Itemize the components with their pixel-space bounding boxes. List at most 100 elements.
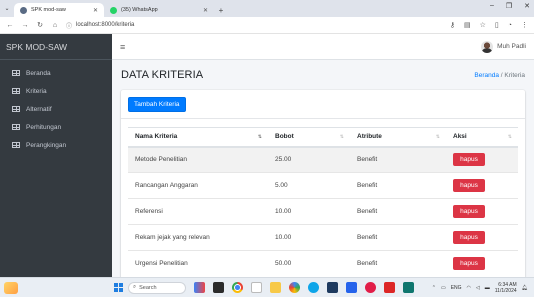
edge-icon[interactable] bbox=[308, 282, 319, 293]
cell-aksi: hapus bbox=[446, 224, 518, 251]
column-header-nama[interactable]: Nama Kriteria ⇅ bbox=[128, 127, 268, 148]
cell-atribute: Benefit bbox=[350, 224, 446, 251]
mail-icon[interactable] bbox=[327, 282, 338, 293]
sidebar-panel-icon[interactable]: ▯ bbox=[495, 21, 499, 29]
sort-icon: ⇅ bbox=[339, 134, 344, 140]
reload-icon[interactable]: ↻ bbox=[36, 21, 44, 29]
cell-atribute: Benefit bbox=[350, 146, 446, 173]
tab-list-chevron-icon[interactable]: ⌄ bbox=[0, 0, 14, 17]
sidebar-item-perhitungan[interactable]: Perhitungan bbox=[0, 118, 112, 136]
window-controls: – ❐ ✕ bbox=[490, 2, 530, 10]
terminal-icon[interactable] bbox=[403, 282, 414, 293]
sidebar-item-alternatif[interactable]: Alternatif bbox=[0, 100, 112, 118]
sidebar-item-perangkingan[interactable]: Perangkingan bbox=[0, 136, 112, 154]
profile-icon[interactable]: ◔ bbox=[508, 22, 512, 29]
notification-bell-icon[interactable]: 🔔︎ bbox=[522, 285, 528, 291]
browser-tab-spk[interactable]: SPK mod-saw ✕ bbox=[14, 3, 104, 17]
table-row: Rancangan Anggaran 5.00 Benefit hapus bbox=[128, 172, 518, 199]
hapus-button[interactable]: hapus bbox=[453, 257, 485, 271]
sort-icon: ⇅ bbox=[257, 134, 262, 140]
card-header: Tambah Kriteria bbox=[121, 90, 525, 119]
hapus-button[interactable]: hapus bbox=[453, 179, 485, 192]
table-icon bbox=[12, 88, 20, 94]
sidebar-item-label: Alternatif bbox=[26, 105, 52, 113]
breadcrumb-current: Kriteria bbox=[504, 71, 525, 79]
shield-icon[interactable] bbox=[384, 282, 395, 293]
search-icon: ⌕ bbox=[133, 284, 137, 290]
url-field[interactable]: ⓘ localhost:8000/kriteria bbox=[66, 19, 396, 31]
kriteria-card: Tambah Kriteria Nama Kriteria ⇅ Bobot ⇅ At… bbox=[121, 90, 525, 277]
browser-tab-whatsapp[interactable]: (35) WhatsApp ✕ bbox=[104, 3, 214, 17]
chrome-icon[interactable] bbox=[232, 282, 243, 293]
forward-arrow-icon[interactable]: → bbox=[21, 22, 29, 29]
battery-icon[interactable]: ▬ bbox=[485, 285, 490, 291]
cell-bobot: 10.00 bbox=[268, 198, 350, 225]
hamburger-menu-icon[interactable]: ≡ bbox=[120, 42, 125, 52]
sidebar-item-kriteria[interactable]: Kriteria bbox=[0, 82, 112, 100]
user-menu[interactable]: Muh Padli bbox=[481, 40, 526, 53]
browser-tab-bar: ⌄ SPK mod-saw ✕ (35) WhatsApp ✕ + – ❐ ✕ bbox=[0, 0, 534, 17]
table-icon bbox=[12, 70, 20, 76]
tab-close-icon[interactable]: ✕ bbox=[93, 7, 98, 14]
close-window-icon[interactable]: ✕ bbox=[524, 2, 530, 10]
task-view-icon[interactable] bbox=[213, 282, 224, 293]
translate-icon[interactable]: ▤ bbox=[464, 21, 471, 29]
file-explorer-icon[interactable] bbox=[270, 282, 281, 293]
sidebar-item-label: Kriteria bbox=[26, 87, 47, 95]
app-icon[interactable] bbox=[289, 282, 300, 293]
table-row: Referensi 10.00 Benefit hapus bbox=[128, 198, 518, 225]
breadcrumb-separator: / bbox=[500, 71, 503, 79]
site-info-icon[interactable]: ⓘ bbox=[66, 21, 72, 30]
breadcrumb: Beranda / Kriteria bbox=[474, 72, 525, 79]
language-indicator[interactable]: ENG bbox=[451, 285, 462, 291]
menu-dots-icon[interactable]: ⋮ bbox=[521, 21, 528, 29]
widgets-icon[interactable] bbox=[194, 282, 205, 293]
tray-chevron-up-icon[interactable]: ⌃ bbox=[432, 285, 436, 291]
cell-atribute: Benefit bbox=[350, 198, 446, 225]
volume-icon[interactable]: ◁ bbox=[476, 285, 480, 291]
cell-nama: Rekam jejak yang relevan bbox=[128, 224, 268, 251]
cell-bobot: 5.00 bbox=[268, 172, 350, 199]
system-tray: ⌃ ▭ ENG ◠ ◁ ▬ 6:34 AM 11/1/2024 🔔︎ bbox=[432, 282, 534, 294]
tambah-kriteria-button[interactable]: Tambah Kriteria bbox=[128, 96, 186, 112]
sort-icon: ⇅ bbox=[507, 134, 512, 140]
table-icon bbox=[12, 124, 20, 130]
windows-start-icon[interactable] bbox=[114, 283, 123, 292]
clock-date: 11/1/2024 bbox=[494, 287, 517, 294]
taskbar-clock[interactable]: 6:34 AM 11/1/2024 bbox=[495, 282, 517, 294]
app-red-icon[interactable] bbox=[365, 282, 376, 293]
home-icon[interactable]: ⌂ bbox=[51, 22, 59, 29]
whatsapp-favicon-icon bbox=[110, 6, 117, 14]
restore-icon[interactable]: ❐ bbox=[506, 2, 512, 10]
cell-nama: Metode Penelitian bbox=[128, 146, 268, 173]
search-placeholder: Search bbox=[139, 284, 157, 291]
column-header-aksi[interactable]: Aksi ⇅ bbox=[446, 127, 518, 148]
weather-widget-icon[interactable] bbox=[4, 281, 18, 294]
file-icon[interactable] bbox=[251, 282, 262, 293]
tab-close-icon[interactable]: ✕ bbox=[203, 7, 208, 14]
avatar bbox=[481, 40, 494, 53]
url-text: localhost:8000/kriteria bbox=[76, 22, 135, 28]
key-icon[interactable]: ⚷ bbox=[450, 21, 455, 29]
wifi-icon[interactable]: ◠ bbox=[467, 285, 471, 291]
sidebar-item-beranda[interactable]: Beranda bbox=[0, 64, 112, 82]
new-tab-plus-icon[interactable]: + bbox=[214, 3, 228, 17]
column-header-atribute[interactable]: Atribute ⇅ bbox=[350, 127, 446, 148]
taskbar-search[interactable]: ⌕ Search bbox=[128, 281, 186, 294]
drive-icon[interactable]: ▭ bbox=[441, 285, 446, 291]
table-icon bbox=[12, 106, 20, 112]
hapus-button[interactable]: hapus bbox=[453, 153, 485, 167]
back-arrow-icon[interactable]: ← bbox=[6, 22, 14, 29]
column-header-bobot[interactable]: Bobot ⇅ bbox=[268, 127, 350, 148]
sidebar: SPK MOD-SAW Beranda Kriteria Alternatif … bbox=[0, 34, 112, 277]
cell-atribute: Benefit bbox=[350, 172, 446, 199]
vscode-icon[interactable] bbox=[346, 282, 357, 293]
cell-bobot: 50.00 bbox=[268, 250, 350, 277]
minimize-icon[interactable]: – bbox=[490, 2, 494, 10]
bookmark-star-icon[interactable]: ☆ bbox=[480, 21, 486, 29]
hapus-button[interactable]: hapus bbox=[453, 205, 485, 218]
hapus-button[interactable]: hapus bbox=[453, 231, 485, 244]
brand-title[interactable]: SPK MOD-SAW bbox=[0, 34, 112, 60]
tab-title: SPK mod-saw bbox=[31, 7, 66, 13]
breadcrumb-home-link[interactable]: Beranda bbox=[474, 72, 499, 79]
